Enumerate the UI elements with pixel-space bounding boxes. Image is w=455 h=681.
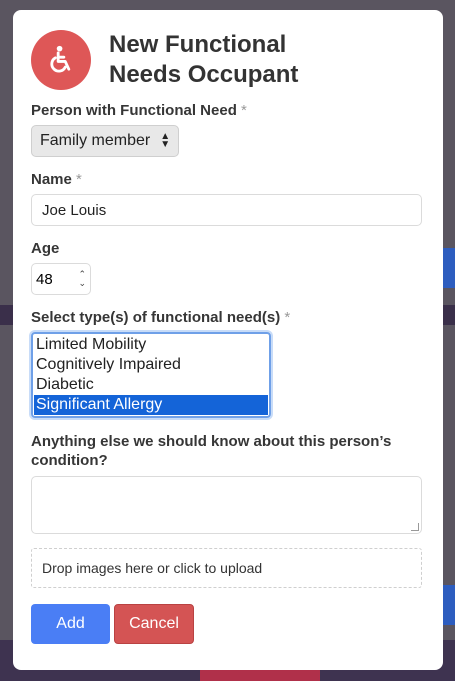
age-input[interactable]: 48 ⌃ ⌄ bbox=[31, 263, 91, 295]
person-field: Person with Functional Need * Family mem… bbox=[31, 102, 425, 157]
needs-multiselect[interactable]: Limited Mobility Cognitively Impaired Di… bbox=[31, 332, 271, 418]
needs-option[interactable]: Diabetic bbox=[34, 375, 268, 395]
needs-option[interactable]: Limited Mobility bbox=[34, 335, 268, 355]
dropzone-label: Drop images here or click to upload bbox=[42, 560, 263, 576]
condition-label: Anything else we should know about this … bbox=[31, 433, 392, 469]
name-label: Name * bbox=[31, 171, 82, 188]
needs-option[interactable]: Cognitively Impaired bbox=[34, 355, 268, 375]
condition-textarea[interactable] bbox=[31, 476, 422, 534]
needs-option-selected[interactable]: Significant Allergy bbox=[34, 395, 268, 415]
age-label: Age bbox=[31, 240, 60, 257]
modal-title: New Functional Needs Occupant bbox=[109, 31, 299, 88]
cancel-button[interactable]: Cancel bbox=[114, 604, 194, 644]
name-input-value: Joe Louis bbox=[42, 201, 107, 219]
add-button[interactable]: Add bbox=[31, 604, 110, 644]
needs-field: Select type(s) of functional need(s) * L… bbox=[31, 309, 425, 418]
person-label: Person with Functional Need * bbox=[31, 102, 247, 119]
new-occupant-modal: New Functional Needs Occupant Person wit… bbox=[13, 10, 443, 670]
name-field: Name * Joe Louis bbox=[31, 171, 425, 226]
person-select-value: Family member bbox=[40, 132, 151, 149]
condition-field: Anything else we should know about this … bbox=[31, 432, 425, 534]
wheelchair-icon bbox=[31, 30, 91, 90]
modal-header: New Functional Needs Occupant bbox=[31, 30, 425, 90]
age-input-value: 48 bbox=[36, 270, 53, 288]
person-select[interactable]: Family member ▲ ▼ bbox=[31, 125, 180, 157]
needs-label: Select type(s) of functional need(s) * bbox=[31, 309, 291, 326]
select-arrows-icon: ▲ ▼ bbox=[160, 131, 171, 150]
image-dropzone[interactable]: Drop images here or click to upload bbox=[31, 548, 422, 588]
name-input[interactable]: Joe Louis bbox=[31, 194, 422, 226]
modal-actions: Add Cancel bbox=[31, 604, 425, 644]
age-field: Age 48 ⌃ ⌄ bbox=[31, 240, 425, 295]
stepper-icon[interactable]: ⌃ ⌄ bbox=[78, 270, 86, 288]
resize-handle-icon[interactable] bbox=[411, 523, 419, 531]
